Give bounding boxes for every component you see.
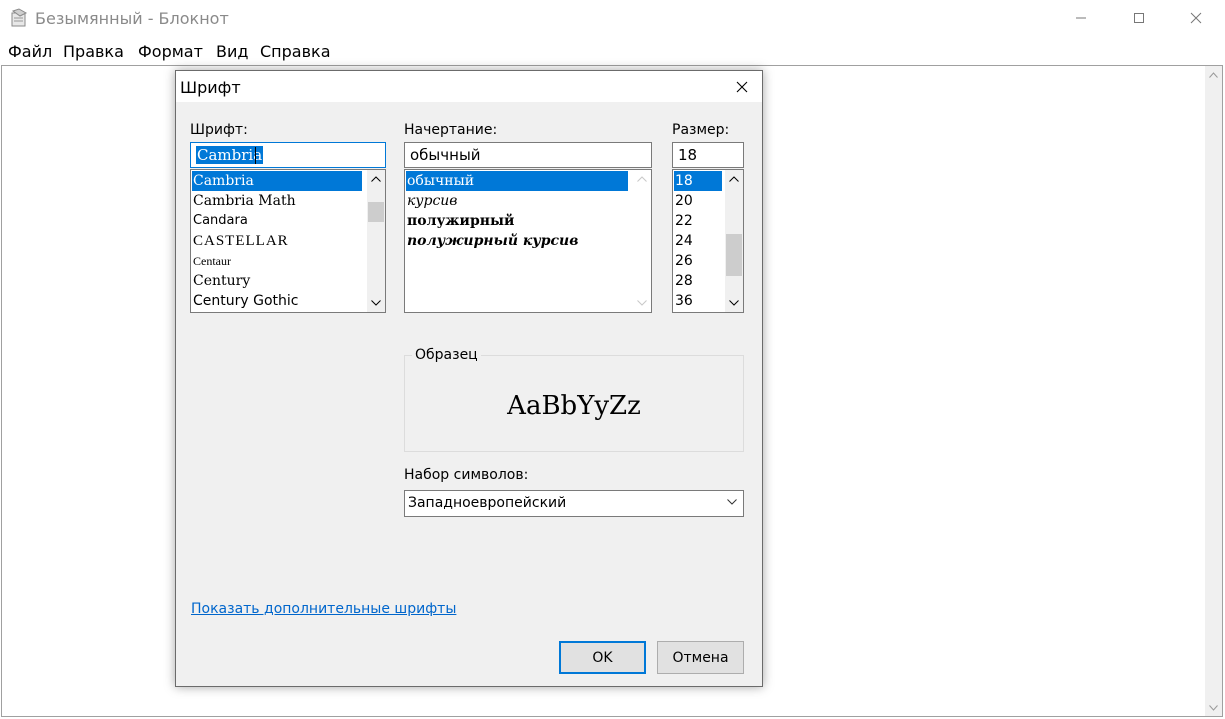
font-list[interactable]: Cambria Cambria Math Candara CASTELLAR C… (190, 169, 386, 313)
list-item[interactable]: 22 (674, 211, 693, 231)
show-more-fonts-link[interactable]: Показать дополнительные шрифты (191, 601, 456, 617)
font-style-input[interactable]: обычный (404, 142, 652, 168)
list-item[interactable]: полужирный (406, 211, 514, 231)
dialog-title: Шрифт (180, 78, 241, 97)
dialog-close-button[interactable] (732, 77, 752, 97)
chevron-up-icon (633, 170, 651, 188)
list-item[interactable]: полужирный курсив (406, 231, 578, 251)
chevron-down-icon (727, 499, 737, 505)
close-icon (736, 81, 748, 93)
style-list-scrollbar (633, 170, 651, 312)
menu-bar: Файл Правка Формат Вид Справка (0, 38, 1225, 65)
sample-label: Образец (412, 347, 481, 363)
style-label: Начертание: (404, 122, 498, 138)
list-item[interactable]: Century (192, 271, 250, 291)
charset-select[interactable]: Западноевропейский (404, 490, 744, 517)
minimize-icon (1076, 17, 1086, 19)
dialog-title-bar: Шрифт (176, 71, 762, 102)
scroll-thumb[interactable] (368, 202, 384, 222)
list-item[interactable]: Cambria Math (192, 191, 296, 211)
font-label: Шрифт: (190, 122, 248, 138)
maximize-icon (1134, 13, 1144, 23)
menu-file[interactable]: Файл (8, 42, 52, 61)
list-item[interactable]: Candara (192, 211, 248, 231)
scroll-up-arrow-icon[interactable] (1205, 66, 1222, 83)
list-item[interactable]: курсив (406, 191, 457, 211)
scroll-thumb[interactable] (726, 234, 742, 276)
ok-button[interactable]: OK (559, 641, 646, 674)
minimize-button[interactable] (1052, 0, 1110, 36)
close-window-button[interactable] (1167, 0, 1225, 36)
close-icon (1190, 12, 1202, 24)
chevron-down-icon (633, 294, 651, 312)
menu-help[interactable]: Справка (260, 42, 331, 61)
font-size-list[interactable]: 18 20 22 24 26 28 36 (672, 169, 744, 313)
window-title: Безымянный - Блокнот (35, 9, 229, 28)
list-item[interactable]: Cambria (192, 171, 362, 191)
font-dialog: Шрифт Шрифт: Cambria Cambria Cambria Mat… (175, 70, 763, 687)
font-name-input[interactable]: Cambria (190, 142, 386, 168)
sample-preview: AaBbYyZz (507, 391, 641, 421)
list-item[interactable]: Centaur (192, 251, 231, 271)
list-item[interactable]: 28 (674, 271, 693, 291)
maximize-button[interactable] (1110, 0, 1168, 36)
font-size-input[interactable]: 18 (672, 142, 744, 168)
list-item[interactable]: 24 (674, 231, 693, 251)
size-label: Размер: (672, 122, 730, 138)
chevron-up-icon[interactable] (367, 170, 385, 188)
menu-format[interactable]: Формат (138, 42, 203, 61)
list-item[interactable]: обычный (406, 171, 628, 191)
title-bar: Безымянный - Блокнот (0, 0, 1225, 38)
list-item[interactable]: Century Gothic (192, 291, 298, 311)
chevron-down-icon[interactable] (725, 294, 743, 312)
chevron-up-icon[interactable] (725, 170, 743, 188)
charset-label: Набор символов: (404, 467, 529, 483)
size-list-scrollbar[interactable] (725, 170, 743, 312)
editor-scrollbar[interactable] (1205, 66, 1222, 716)
notepad-icon (9, 8, 29, 28)
scroll-down-arrow-icon[interactable] (1205, 699, 1222, 716)
chevron-down-icon[interactable] (367, 294, 385, 312)
list-item[interactable]: 20 (674, 191, 693, 211)
cancel-button[interactable]: Отмена (657, 641, 744, 674)
menu-view[interactable]: Вид (216, 42, 248, 61)
list-item[interactable]: CASTELLAR (192, 231, 289, 251)
list-item[interactable]: 26 (674, 251, 693, 271)
font-list-scrollbar[interactable] (367, 170, 385, 312)
menu-edit[interactable]: Правка (63, 42, 124, 61)
list-item[interactable]: 36 (674, 291, 693, 311)
list-item[interactable]: 18 (674, 171, 722, 191)
font-style-list[interactable]: обычный курсив полужирный полужирный кур… (404, 169, 652, 313)
